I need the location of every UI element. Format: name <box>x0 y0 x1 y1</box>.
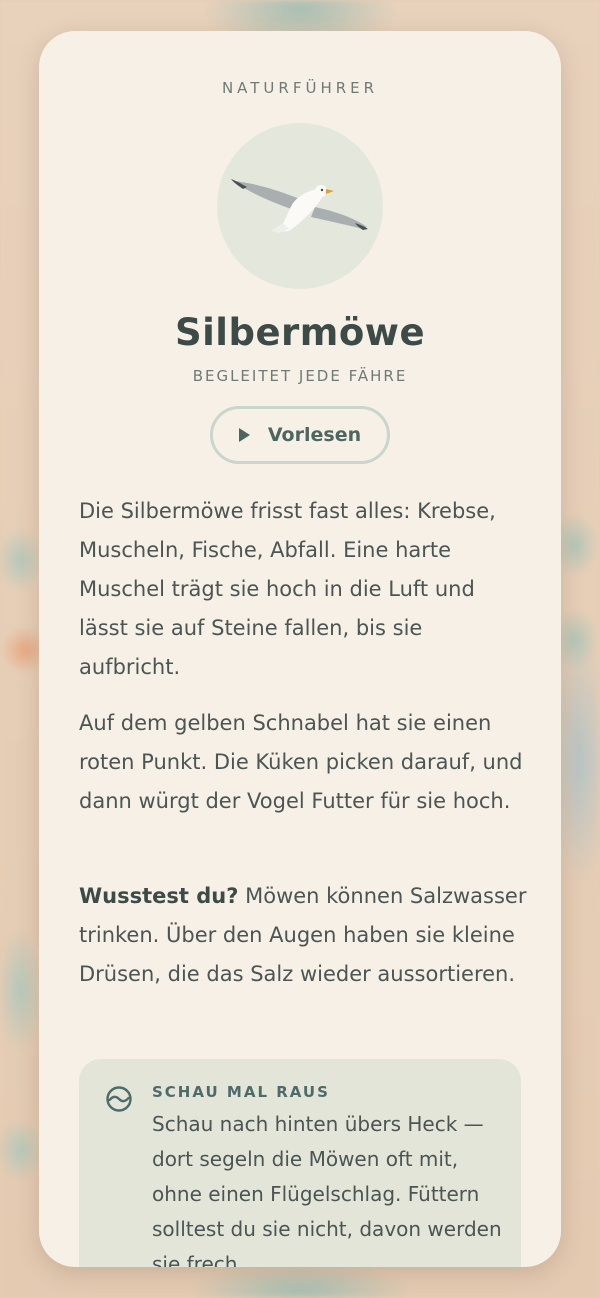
description-paragraph: Die Silbermöwe frisst fast alles: Krebse… <box>79 499 496 679</box>
species-tagline: BEGLEITET JEDE FÄHRE <box>192 367 408 385</box>
read-aloud-button[interactable]: Vorlesen <box>210 406 390 464</box>
description-paragraph: Auf dem gelben Schnabel hat sie einen ro… <box>79 711 523 813</box>
species-illustration <box>217 123 383 289</box>
fun-fact-paragraph: Wusstest du? Möwen können Salzwasser tri… <box>79 877 529 994</box>
tip-label: SCHAU MAL RAUS <box>152 1083 330 1101</box>
gull-in-flight-icon <box>231 179 368 233</box>
eye-icon <box>106 1086 132 1112</box>
species-name: Silbermöwe <box>174 311 426 354</box>
read-aloud-label: Vorlesen <box>267 424 362 446</box>
play-icon <box>238 428 250 442</box>
fun-fact-lead: Wusstest du? <box>79 884 239 908</box>
tip-text: Schau nach hinten übers Heck — dort sege… <box>152 1112 502 1267</box>
tip-box: SCHAU MAL RAUS Schau nach hinten übers H… <box>79 1059 521 1267</box>
section-label: NATURFÜHRER <box>221 79 379 97</box>
species-card: NATURFÜHRER Silbermöwe BEGLEITET JEDE FÄ… <box>39 31 561 1267</box>
